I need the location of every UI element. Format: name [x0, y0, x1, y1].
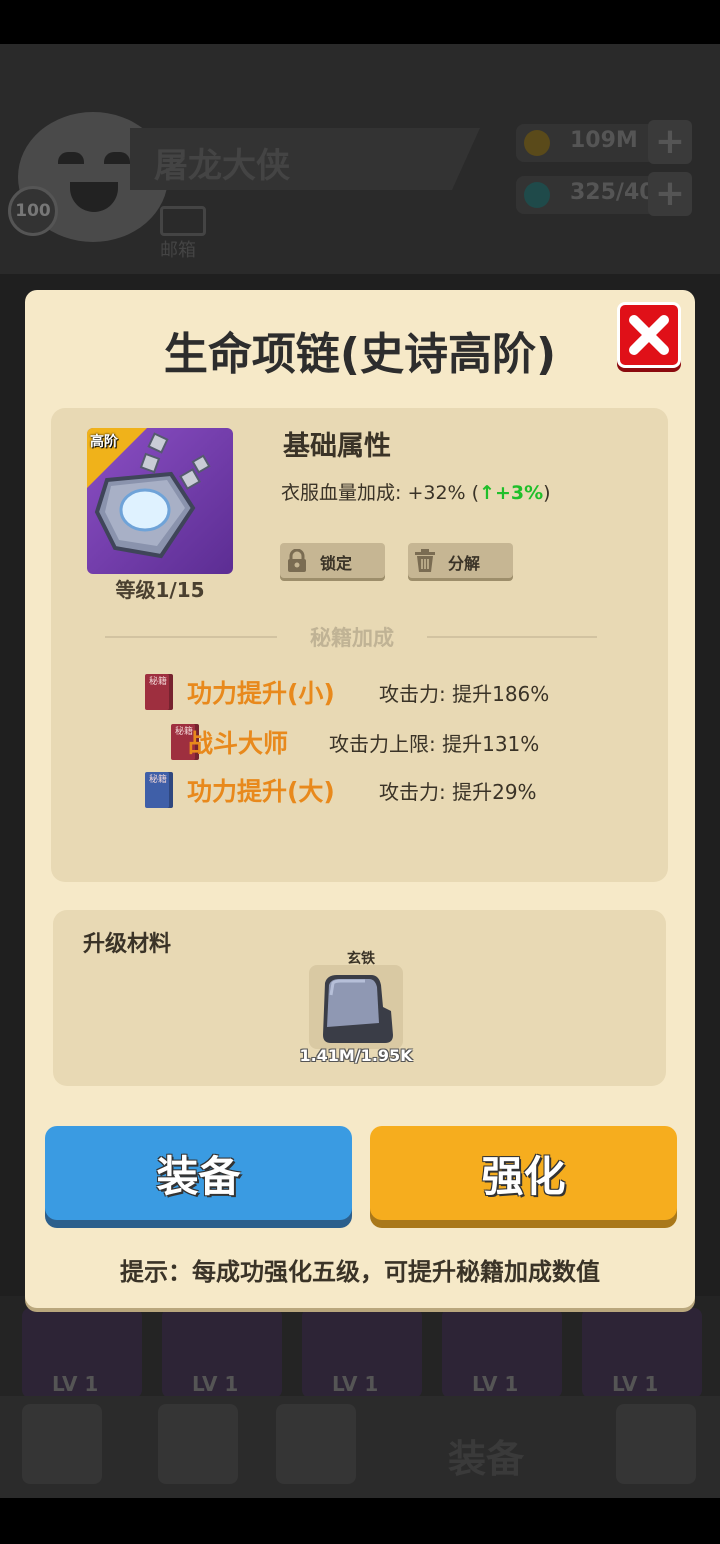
base-attr-title: 基础属性	[283, 431, 391, 462]
attr-bonus: +3%	[494, 482, 544, 504]
secret-section-title: 秘籍加成	[310, 626, 394, 650]
close-button[interactable]	[617, 302, 681, 368]
blue-book-icon: 秘籍	[145, 772, 173, 808]
gem-icon	[524, 182, 550, 208]
gem-counter: 325/40 +	[516, 172, 692, 216]
skill-row: 秘籍 功力提升(小) 攻击力: 提升186%	[25, 674, 695, 712]
material-slot[interactable]	[309, 965, 403, 1049]
gold-value: 109M	[570, 128, 638, 153]
skill-desc: 攻击力上限: 提升131%	[329, 732, 540, 756]
nav-task-icon	[22, 1404, 102, 1484]
gold-plus-button: +	[648, 120, 692, 164]
skill-desc: 攻击力: 提升186%	[379, 682, 550, 706]
player-name: 屠龙大侠	[154, 146, 290, 186]
status-bar	[0, 0, 720, 44]
skill-row: 秘籍 战斗大师 攻击力上限: 提升131%	[25, 724, 695, 762]
skill-name: 功力提升(大)	[187, 777, 335, 806]
section-divider	[427, 636, 597, 638]
lock-label: 锁定	[320, 554, 353, 573]
equipment-slot: LV 1	[582, 1308, 702, 1398]
player-level-badge: 100	[8, 186, 58, 236]
gem-plus-button: +	[648, 172, 692, 216]
rarity-badge-label: 高阶	[90, 434, 118, 450]
gold-counter: 109M +	[516, 120, 692, 164]
decompose-label: 分解	[448, 554, 481, 573]
mailbox-label: 邮箱	[160, 240, 196, 261]
system-nav-bar	[0, 1498, 720, 1544]
bottom-nav	[0, 1396, 720, 1498]
hint-text: 提示：每成功强化五级，可提升秘籍加成数值	[120, 1258, 600, 1286]
material-count: 1.41M/1.95K	[299, 1046, 413, 1065]
lock-button[interactable]: 锁定	[280, 543, 385, 578]
close-x-icon	[629, 315, 669, 355]
red-book-icon: 秘籍	[145, 674, 173, 710]
equipment-slot: LV 1	[302, 1308, 422, 1398]
equipment-slot: LV 1	[442, 1308, 562, 1398]
equip-button[interactable]: 装备	[45, 1126, 352, 1220]
nav-book-icon	[158, 1404, 238, 1484]
dialog-title: 生命项链(史诗高阶)	[163, 329, 557, 380]
equipment-slot: LV 1	[22, 1308, 142, 1398]
material-title: 升级材料	[83, 932, 172, 957]
nav-wings-icon	[276, 1404, 356, 1484]
skill-name: 功力提升(小)	[187, 679, 335, 708]
skill-desc: 攻击力: 提升29%	[379, 780, 537, 804]
avatar-eye	[58, 152, 84, 164]
item-icon-box[interactable]: 高阶	[87, 428, 233, 574]
mailbox-icon	[160, 206, 206, 236]
section-divider	[105, 636, 277, 638]
skill-row: 秘籍 功力提升(大) 攻击力: 提升29%	[25, 772, 695, 810]
avatar-eye	[104, 152, 130, 164]
up-arrow-icon: ↑	[479, 482, 495, 504]
iron-ore-icon	[323, 975, 393, 1043]
nav-shop-icon	[616, 1404, 696, 1484]
base-attr-line: 衣服血量加成: +32% (↑+3%)	[281, 482, 551, 504]
nav-equip-label: 装备	[448, 1437, 525, 1481]
gem-value: 325/40	[570, 180, 655, 205]
trash-icon	[415, 549, 435, 572]
enhance-button[interactable]: 强化	[370, 1126, 677, 1220]
avatar-mouth	[70, 182, 118, 212]
equipment-slot: LV 1	[162, 1308, 282, 1398]
gold-coin-icon	[524, 130, 550, 156]
item-detail-dialog: 生命项链(史诗高阶) 高阶 等级1/15 基础属性 衣服血量加成: +32% (…	[25, 290, 695, 1308]
lock-icon	[288, 549, 306, 572]
decompose-button[interactable]: 分解	[408, 543, 513, 578]
item-level: 等级1/15	[115, 578, 205, 602]
skill-name: 战斗大师	[188, 729, 289, 758]
